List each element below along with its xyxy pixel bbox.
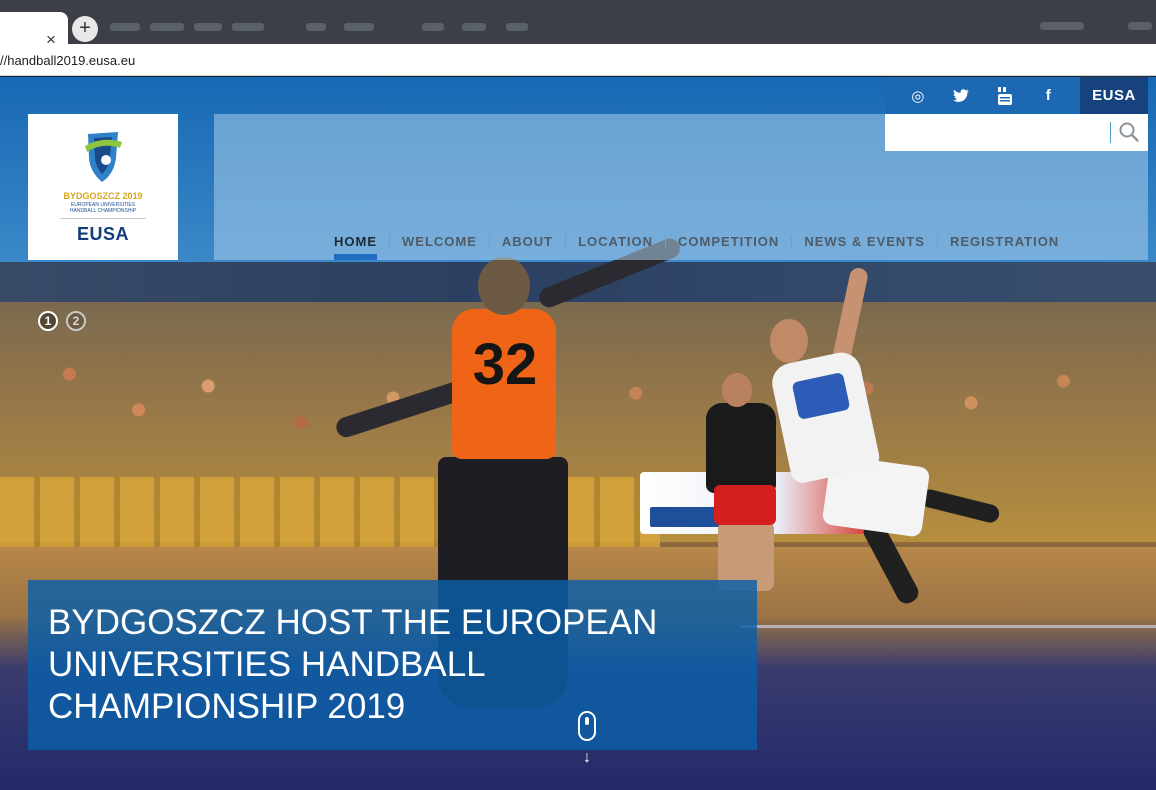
nav-item-location[interactable]: LOCATION	[566, 223, 665, 260]
logo-subtitle: HANDBALL CHAMPIONSHIP	[69, 208, 137, 214]
attacker-head	[770, 319, 808, 363]
defender-jersey	[706, 403, 776, 493]
slider-pagination: 1 2	[38, 311, 94, 333]
scroll-wheel-icon	[585, 717, 589, 725]
bookmark-blur	[422, 23, 444, 31]
page: 32 BYDGOSZCZ 2019 EUROPEAN UNIVERSITIES …	[0, 77, 1156, 790]
social-bar: ◎ f	[886, 77, 1080, 114]
scroll-mouse-icon[interactable]	[578, 711, 596, 741]
youtube-logo-icon	[997, 86, 1012, 105]
slider-dot-2[interactable]: 2	[66, 311, 86, 331]
nav-item-home[interactable]: HOME	[322, 223, 389, 260]
hero-headline: BYDGOSZCZ HOST THE EUROPEAN UNIVERSITIES…	[48, 603, 658, 726]
twitter-icon[interactable]	[950, 85, 972, 107]
bookmark-blur	[506, 23, 528, 31]
main-nav: HOME WELCOME ABOUT LOCATION COMPETITION …	[322, 223, 1148, 260]
slider-dot-1[interactable]: 1	[38, 311, 58, 331]
bookmark-blur	[150, 23, 184, 31]
site-logo[interactable]: BYDGOSZCZ 2019 EUROPEAN UNIVERSITIES HAN…	[28, 114, 178, 260]
court-line	[740, 625, 1156, 628]
youtube-icon[interactable]	[994, 85, 1016, 107]
browser-tab-bar: × +	[0, 0, 1156, 49]
hero-caption: BYDGOSZCZ HOST THE EUROPEAN UNIVERSITIES…	[28, 580, 757, 750]
new-tab-button[interactable]: +	[72, 16, 98, 42]
bookmark-blur	[1040, 22, 1084, 30]
handball-emblem-icon	[85, 132, 122, 182]
bookmark-blur	[194, 23, 222, 31]
nav-item-registration[interactable]: REGISTRATION	[938, 223, 1071, 260]
defender-head	[722, 373, 752, 407]
defender-shorts	[714, 485, 776, 525]
active-browser-tab[interactable]: ×	[0, 12, 68, 49]
jersey-number: 32	[472, 332, 538, 397]
nav-item-competition[interactable]: COMPETITION	[666, 223, 791, 260]
scroll-down-arrow-icon[interactable]: ↓	[578, 749, 596, 767]
search-box	[885, 114, 1148, 151]
logo-title: BYDGOSZCZ 2019	[63, 191, 143, 201]
bookmark-blur	[232, 23, 264, 31]
facebook-icon[interactable]: f	[1037, 85, 1059, 107]
bookmark-blur	[1128, 22, 1152, 30]
nav-item-news-events[interactable]: NEWS & EVENTS	[792, 223, 937, 260]
url-text[interactable]: //handball2019.eusa.eu	[0, 52, 135, 70]
bookmark-bar-placeholder	[110, 20, 580, 34]
nav-item-about[interactable]: ABOUT	[490, 223, 565, 260]
bookmark-blur	[110, 23, 140, 31]
twitter-bird-icon	[953, 88, 970, 102]
logo-divider	[60, 218, 146, 219]
goalkeeper-head	[478, 257, 530, 315]
instagram-icon[interactable]: ◎	[907, 85, 929, 107]
bookmark-blur	[306, 23, 326, 31]
search-input[interactable]	[885, 114, 1107, 151]
bookmark-blur	[344, 23, 374, 31]
logo-eusa-text: EUSA	[76, 224, 129, 244]
nav-item-welcome[interactable]: WELCOME	[390, 223, 489, 260]
address-bar[interactable]: //handball2019.eusa.eu	[0, 44, 1156, 76]
bookmark-blur	[462, 23, 486, 31]
search-divider	[1110, 122, 1111, 143]
eusa-link-button[interactable]: EUSA	[1080, 77, 1148, 114]
search-icon[interactable]	[1118, 121, 1140, 143]
